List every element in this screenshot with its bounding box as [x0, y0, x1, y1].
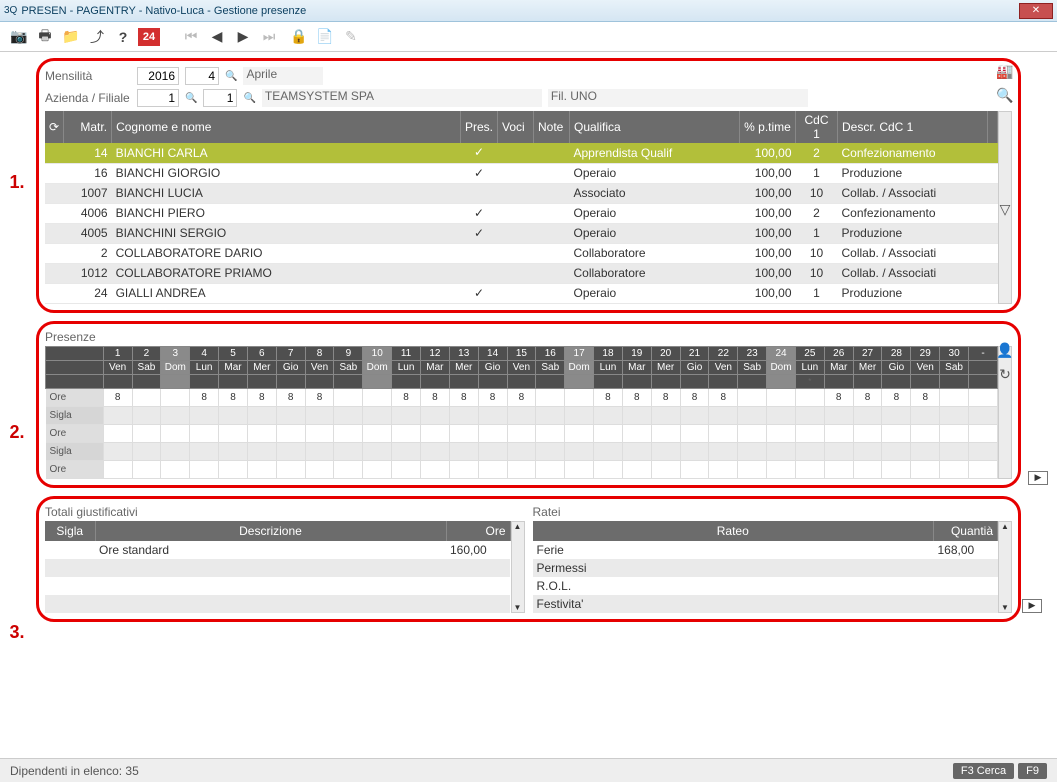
totali-scrollbar[interactable]: ▲▼	[511, 521, 525, 613]
panel-ratei: Ratei Rateo Quantià Ferie168,00PermessiR…	[533, 505, 1013, 613]
first-icon: ⏮	[180, 26, 202, 48]
th-qta[interactable]: Quantià	[934, 521, 998, 541]
branch-name: Fil. UNO	[548, 89, 808, 107]
col-voci[interactable]: Voci	[498, 111, 534, 143]
table-row[interactable]: 1007BIANCHI LUCIAAssociato100,0010Collab…	[45, 183, 998, 203]
section-presenze: Presenze 1234567891011121314151617181920…	[36, 321, 1021, 488]
mensilita-label: Mensilità	[45, 69, 131, 83]
th-ore[interactable]: Ore	[446, 521, 510, 541]
table-row[interactable]: Ore standard160,00	[45, 541, 510, 559]
azienda-label: Azienda / Filiale	[45, 91, 131, 105]
section-employees: Mensilità 🔍 Aprile Azienda / Filiale 🔍 🔍…	[36, 58, 1021, 313]
totali-table[interactable]: Sigla Descrizione Ore Ore standard160,00	[45, 521, 511, 613]
th-sigla[interactable]: Sigla	[45, 521, 95, 541]
col-pres[interactable]: Pres.	[460, 111, 497, 143]
table-row[interactable]: 16BIANCHI GIORGIO✓Operaio100,001Produzio…	[45, 163, 998, 183]
table-row[interactable]: 2COLLABORATORE DARIOCollaboratore100,001…	[45, 243, 998, 263]
toolbar: 📷 🖶 📁 ⤴ ? 24 ⏮ ◀ ▶ ⏭ 🔒 📄 ✎	[0, 22, 1057, 52]
table-row[interactable]	[45, 577, 510, 595]
table-row[interactable]: 4006BIANCHI PIERO✓Operaio100,002Confezio…	[45, 203, 998, 223]
reload-icon[interactable]: ↻	[996, 366, 1014, 384]
folder-icon: 📁	[60, 26, 82, 48]
company-name: TEAMSYSTEM SPA	[262, 89, 542, 107]
col-matr[interactable]: Matr.	[64, 111, 112, 143]
upload-icon[interactable]: ⤴	[86, 26, 108, 48]
statusbar: Dipendenti in elenco: 35 F3 Cerca F9	[0, 758, 1057, 782]
ratei-play-button[interactable]: ▶	[1022, 599, 1042, 613]
azienda-input[interactable]	[137, 89, 179, 107]
annotation-1: 1.	[2, 172, 32, 193]
month-name: Aprile	[243, 67, 323, 85]
filter-icon[interactable]: ▽	[996, 201, 1014, 219]
presenze-calendar[interactable]: 1234567891011121314151617181920212223242…	[45, 346, 998, 479]
section-totals: Totali giustificativi Sigla Descrizione …	[36, 496, 1021, 622]
window-title: PRESEN - PAGENTRY - Nativo-Luca - Gestio…	[21, 5, 306, 17]
table-row[interactable]: Ferie168,00	[533, 541, 998, 559]
annotation-2: 2.	[2, 422, 32, 443]
badge-24[interactable]: 24	[138, 28, 160, 46]
print-icon[interactable]: 🖶	[34, 26, 56, 48]
table-row[interactable]	[45, 595, 510, 613]
table-row[interactable]: R.O.L.	[533, 577, 998, 595]
close-button[interactable]: ✕	[1019, 3, 1053, 19]
panel-totali: Totali giustificativi Sigla Descrizione …	[45, 505, 525, 613]
edit-icon: ✎	[340, 26, 362, 48]
totali-title: Totali giustificativi	[45, 505, 525, 519]
table-row[interactable]	[45, 559, 510, 577]
prev-icon[interactable]: ◀	[206, 26, 228, 48]
filiale-input[interactable]	[203, 89, 237, 107]
employee-table[interactable]: ⟳ Matr. Cognome e nome Pres. Voci Note Q…	[45, 111, 998, 304]
th-descr[interactable]: Descrizione	[95, 521, 446, 541]
table-row[interactable]: 1012COLLABORATORE PRIAMOCollaboratore100…	[45, 263, 998, 283]
lock-icon: 🔒	[288, 26, 310, 48]
table-row[interactable]: 4005BIANCHINI SERGIO✓Operaio100,001Produ…	[45, 223, 998, 243]
year-input[interactable]	[137, 67, 179, 85]
factory-icon[interactable]: 🏭	[996, 63, 1014, 81]
table-row[interactable]: Permessi	[533, 559, 998, 577]
search-icon[interactable]: 🔍	[996, 87, 1014, 105]
table-row[interactable]: 24GIALLI ANDREA✓Operaio100,001Produzione	[45, 283, 998, 303]
doc-icon: 📄	[314, 26, 336, 48]
next-icon[interactable]: ▶	[232, 26, 254, 48]
col-descr[interactable]: Descr. CdC 1	[838, 111, 988, 143]
col-nome[interactable]: Cognome e nome	[112, 111, 461, 143]
col-ptime[interactable]: % p.time	[740, 111, 796, 143]
col-note[interactable]: Note	[534, 111, 570, 143]
ratei-table[interactable]: Rateo Quantià Ferie168,00PermessiR.O.L.F…	[533, 521, 999, 613]
f9-button[interactable]: F9	[1018, 763, 1047, 779]
status-count: Dipendenti in elenco: 35	[10, 764, 139, 778]
col-cdc[interactable]: CdC 1	[796, 111, 838, 143]
help-icon[interactable]: ?	[112, 26, 134, 48]
titlebar: 3Q PRESEN - PAGENTRY - Nativo-Luca - Ges…	[0, 0, 1057, 22]
camera-icon[interactable]: 📷	[8, 26, 30, 48]
presenze-title: Presenze	[45, 330, 1012, 344]
th-rateo[interactable]: Rateo	[533, 521, 934, 541]
person-icon[interactable]: 👤	[996, 342, 1014, 360]
f3-button[interactable]: F3 Cerca	[953, 763, 1014, 779]
annotation-3: 3.	[2, 622, 32, 643]
table-row[interactable]: Festivita'	[533, 595, 998, 613]
app-icon: 3Q	[4, 5, 17, 16]
ratei-title: Ratei	[533, 505, 1013, 519]
ratei-scrollbar[interactable]: ▲▼	[998, 521, 1012, 613]
month-num-input[interactable]	[185, 67, 219, 85]
play-button[interactable]: ▶	[1028, 471, 1048, 485]
col-qualifica[interactable]: Qualifica	[570, 111, 740, 143]
col-refresh[interactable]: ⟳	[45, 111, 64, 143]
last-icon: ⏭	[258, 26, 280, 48]
table-row[interactable]: 14BIANCHI CARLA✓Apprendista Qualif100,00…	[45, 143, 998, 163]
